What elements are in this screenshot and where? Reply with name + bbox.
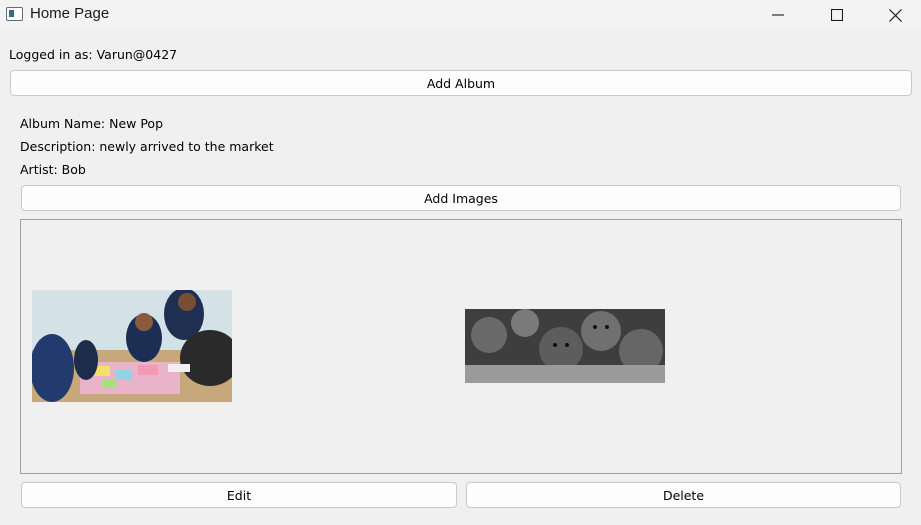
album-image-group-workshop[interactable] — [32, 290, 232, 402]
minimize-button[interactable] — [749, 0, 807, 30]
close-button[interactable] — [866, 0, 921, 30]
maximize-icon — [831, 9, 843, 21]
add-album-button[interactable]: Add Album — [10, 70, 912, 96]
delete-button[interactable]: Delete — [466, 482, 901, 508]
minimize-icon — [772, 14, 784, 16]
children-faces-photo — [465, 309, 665, 383]
album-name-label: Album Name: New Pop — [20, 116, 164, 131]
window-title: Home Page — [30, 5, 110, 22]
album-artist-label: Artist: Bob — [20, 162, 86, 177]
app-window-icon — [6, 7, 23, 21]
maximize-button[interactable] — [808, 0, 866, 30]
album-image-children-faces[interactable] — [465, 309, 665, 383]
logged-in-label: Logged in as: Varun@0427 — [9, 47, 178, 62]
edit-button[interactable]: Edit — [21, 482, 457, 508]
album-description-label: Description: newly arrived to the market — [20, 139, 274, 154]
album-images-panel — [20, 219, 902, 474]
add-images-button[interactable]: Add Images — [21, 185, 901, 211]
title-bar: Home Page — [0, 0, 921, 30]
group-workshop-photo — [32, 290, 232, 402]
close-icon — [888, 8, 902, 22]
